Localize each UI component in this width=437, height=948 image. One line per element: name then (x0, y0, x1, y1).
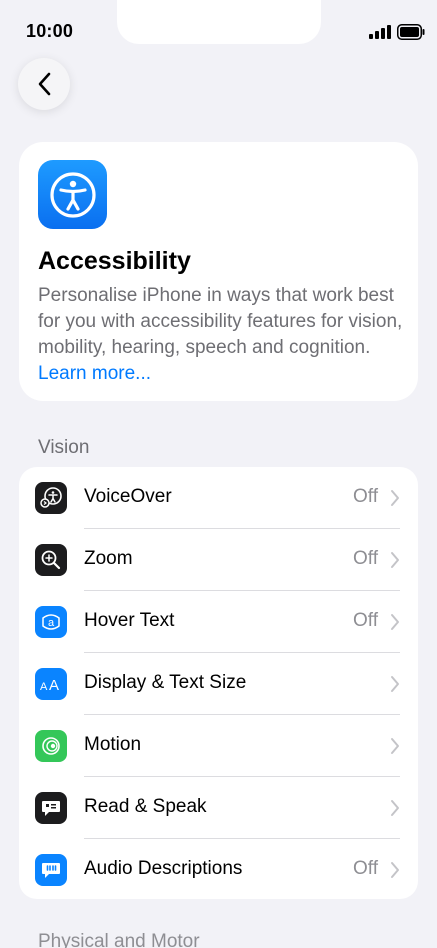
read-speak-row[interactable]: Read & Speak (19, 777, 418, 839)
voiceover-row[interactable]: VoiceOver Off (19, 467, 418, 529)
accessibility-person-icon (49, 171, 96, 218)
chevron-right-icon (391, 738, 399, 754)
physical-motor-section-header: Physical and Motor (38, 931, 200, 948)
svg-text:a: a (48, 617, 55, 629)
chevron-right-icon (391, 800, 399, 816)
description-text: Personalise iPhone in ways that work bes… (38, 285, 403, 358)
chevron-right-icon (391, 862, 399, 878)
row-label: Hover Text (84, 610, 175, 631)
voiceover-icon (35, 482, 67, 514)
hover-text-icon: a (35, 606, 67, 638)
motion-icon (35, 730, 67, 762)
notch (117, 0, 321, 44)
row-label: Motion (84, 734, 142, 755)
vision-settings-list: VoiceOver Off Zoom Off a Hover Text Off … (19, 467, 418, 899)
row-value: Off (353, 486, 378, 507)
row-value: Off (353, 548, 378, 569)
display-text-size-icon: A A (35, 668, 67, 700)
accessibility-settings-screen: 10:00 Accessibility Personalise iPhone i… (0, 0, 437, 948)
zoom-icon (35, 544, 67, 576)
accessibility-header-card: Accessibility Personalise iPhone in ways… (19, 142, 418, 401)
row-value: Off (353, 610, 378, 631)
chevron-right-icon (391, 614, 399, 630)
zoom-row[interactable]: Zoom Off (19, 529, 418, 591)
learn-more-link[interactable]: Learn more... (38, 363, 151, 384)
page-title: Accessibility (38, 247, 191, 275)
battery-icon (397, 24, 425, 40)
chevron-right-icon (391, 676, 399, 692)
chevron-right-icon (391, 490, 399, 506)
hover-text-row[interactable]: a Hover Text Off (19, 591, 418, 653)
display-text-size-row[interactable]: A A Display & Text Size (19, 653, 418, 715)
page-description: Personalise iPhone in ways that work bes… (38, 283, 408, 387)
chevron-right-icon (391, 552, 399, 568)
cellular-signal-icon (369, 25, 391, 39)
svg-text:A: A (40, 681, 48, 693)
row-label: Read & Speak (84, 796, 207, 817)
motion-row[interactable]: Motion (19, 715, 418, 777)
row-label: Audio Descriptions (84, 858, 243, 879)
row-value: Off (353, 858, 378, 879)
status-time: 10:00 (26, 21, 74, 41)
accessibility-app-icon (38, 160, 107, 229)
chevron-left-icon (38, 72, 51, 96)
audio-descriptions-icon (35, 854, 67, 886)
svg-text:A: A (49, 677, 59, 694)
status-bar: 10:00 (0, 0, 437, 60)
row-label: VoiceOver (84, 486, 172, 507)
audio-descriptions-row[interactable]: Audio Descriptions Off (19, 839, 418, 899)
read-speak-icon (35, 792, 67, 824)
row-label: Zoom (84, 548, 133, 569)
vision-section-header: Vision (38, 437, 90, 458)
back-button[interactable] (18, 58, 70, 110)
row-label: Display & Text Size (84, 672, 247, 693)
